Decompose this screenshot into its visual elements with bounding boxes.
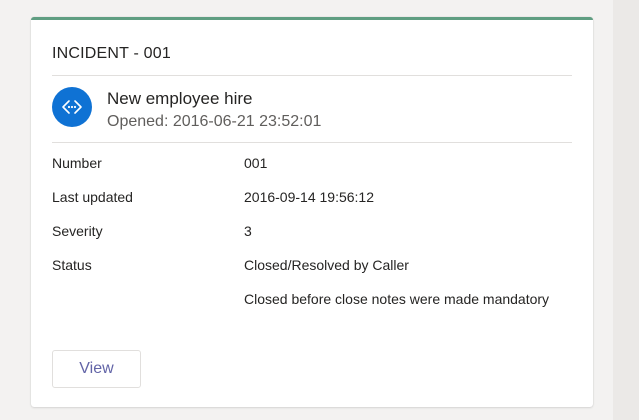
incident-opened-date: Opened: 2016-06-21 23:52:01 — [107, 113, 322, 130]
fact-label: Last updated — [52, 189, 133, 205]
incident-card: INCIDENT - 001 New employee hire Opened:… — [31, 17, 593, 407]
left-background — [0, 0, 31, 420]
fact-row-severity: Severity 3 — [52, 221, 572, 255]
fact-row-number: Number 001 — [52, 153, 572, 187]
fact-label: Number — [52, 155, 102, 171]
fact-row-status: Status Closed/Resolved by Caller — [52, 255, 572, 289]
body-divider — [52, 142, 572, 143]
diamond-arrows-icon — [62, 100, 82, 114]
header-divider — [52, 75, 572, 76]
fact-list: Number 001 Last updated 2016-09-14 19:56… — [52, 153, 572, 323]
fact-value: 2016-09-14 19:56:12 — [244, 189, 374, 205]
incident-title: New employee hire — [107, 89, 253, 108]
fact-value: 001 — [244, 155, 268, 171]
view-button[interactable]: View — [52, 350, 141, 388]
fact-value: Closed before close notes were made mand… — [244, 291, 550, 307]
fact-value: 3 — [244, 223, 252, 239]
service-incident-icon — [52, 87, 92, 127]
fact-label: Status — [52, 257, 92, 273]
fact-value: Closed/Resolved by Caller — [244, 257, 409, 273]
card-header: INCIDENT - 001 — [52, 45, 171, 62]
fact-label: Severity — [52, 223, 103, 239]
right-background — [613, 0, 639, 420]
fact-row-status-note: Closed before close notes were made mand… — [52, 289, 572, 323]
fact-row-last-updated: Last updated 2016-09-14 19:56:12 — [52, 187, 572, 221]
